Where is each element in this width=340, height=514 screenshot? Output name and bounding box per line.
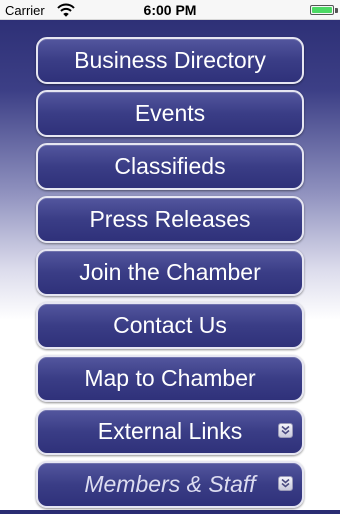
events-button[interactable]: Events <box>36 90 304 137</box>
external-links-button[interactable]: External Links <box>36 408 304 455</box>
double-chevron-down-icon[interactable] <box>278 423 293 438</box>
menu-button-label: Members & Staff <box>84 471 256 497</box>
menu-button-label: Contact Us <box>113 312 227 338</box>
status-bar: Carrier 6:00 PM <box>0 0 340 20</box>
menu-button-label: Join the Chamber <box>79 259 261 285</box>
join-the-chamber-button[interactable]: Join the Chamber <box>36 249 304 296</box>
menu-button-label: Map to Chamber <box>84 365 256 391</box>
press-releases-button[interactable]: Press Releases <box>36 196 304 243</box>
main-menu: Business Directory Events Classifieds Pr… <box>36 37 304 514</box>
map-to-chamber-button[interactable]: Map to Chamber <box>36 355 304 402</box>
battery-icon <box>310 5 334 15</box>
menu-button-label: Events <box>134 100 206 126</box>
menu-button-label: External Links <box>97 418 243 444</box>
menu-button-label: Classifieds <box>114 153 226 179</box>
menu-button-label: Business Directory <box>74 47 266 73</box>
battery-nub <box>335 8 338 13</box>
menu-button-label: Press Releases <box>89 206 251 232</box>
status-time: 6:00 PM <box>143 2 197 18</box>
business-directory-button[interactable]: Business Directory <box>36 37 304 84</box>
classifieds-button[interactable]: Classifieds <box>36 143 304 190</box>
contact-us-button[interactable]: Contact Us <box>36 302 304 349</box>
members-and-staff-button[interactable]: Members & Staff <box>36 461 304 508</box>
double-chevron-down-icon[interactable] <box>278 476 293 491</box>
